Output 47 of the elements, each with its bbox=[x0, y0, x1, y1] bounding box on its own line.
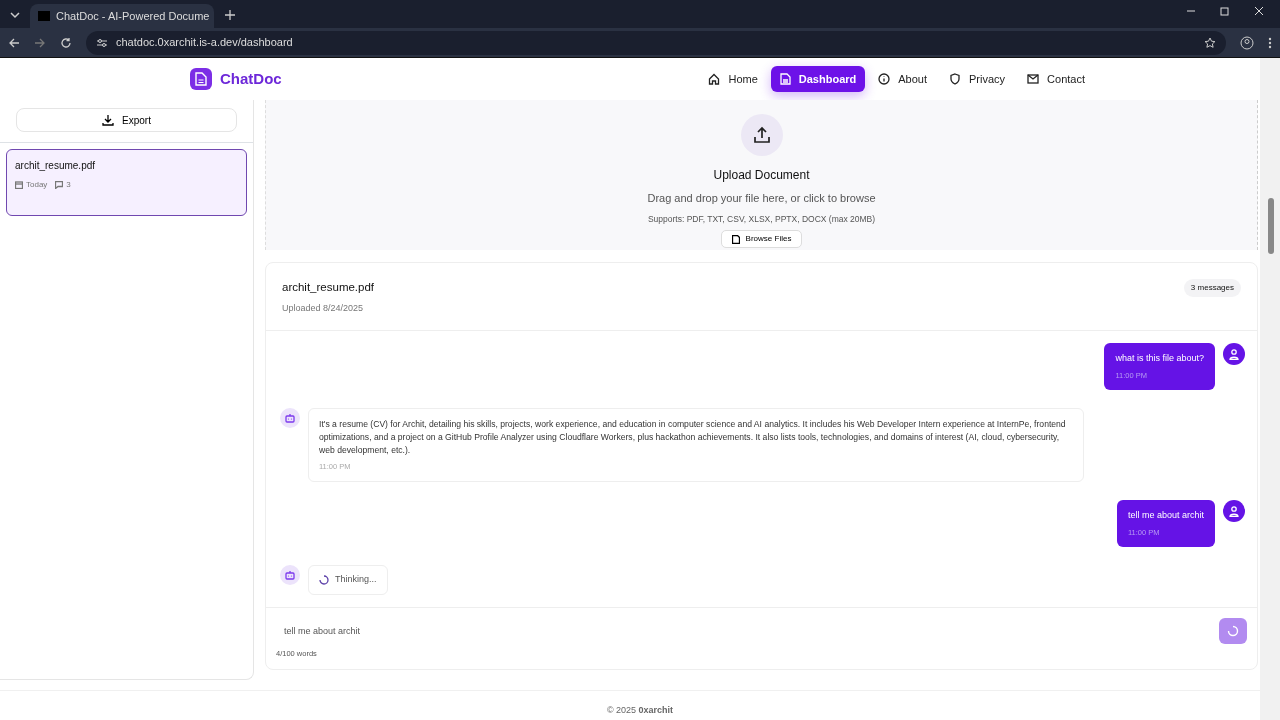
scrollbar[interactable] bbox=[1260, 58, 1280, 720]
nav-link[interactable]: Contact bbox=[1018, 65, 1094, 93]
document-name: archit_resume.pdf bbox=[15, 159, 97, 173]
document-icon bbox=[779, 73, 791, 85]
supported-formats: Supports: PDF, TXT, CSV, XLSX, PPTX, DOCX (max 20MB) bbox=[647, 212, 876, 226]
user-avatar bbox=[1223, 343, 1245, 365]
document-item[interactable]: archit_resume.pdf Today 3 bbox=[6, 149, 247, 216]
user-avatar bbox=[1223, 500, 1245, 523]
spinner-icon bbox=[1227, 625, 1239, 637]
upload-date: Uploaded 8/24/2025 bbox=[282, 302, 365, 316]
home-icon bbox=[708, 73, 721, 85]
upload-hint: Drag and drop your file here, or click to browse bbox=[647, 191, 876, 206]
shield-icon bbox=[949, 73, 961, 85]
export-button[interactable]: Export bbox=[16, 108, 237, 132]
browser-tab[interactable]: ChatDoc - AI-Powered Docume bbox=[30, 4, 214, 28]
browse-files-button[interactable]: Browse Files bbox=[720, 230, 803, 249]
info-icon bbox=[878, 73, 891, 85]
calendar-icon bbox=[15, 179, 23, 191]
download-icon bbox=[102, 114, 115, 126]
copyright-text: © 2025 0xarchit bbox=[606, 703, 674, 717]
document-title: archit_resume.pdf bbox=[282, 280, 375, 295]
message-count: 3 messages bbox=[1183, 279, 1241, 297]
nav-link[interactable]: Home bbox=[699, 65, 767, 93]
bot-avatar bbox=[280, 565, 300, 586]
send-button[interactable] bbox=[1219, 618, 1247, 644]
message-text: what is this file about? bbox=[1115, 352, 1204, 365]
comment-icon bbox=[55, 179, 64, 191]
nav-link[interactable]: About bbox=[869, 65, 936, 93]
favicon-icon bbox=[38, 11, 50, 21]
address-bar[interactable]: chatdoc.0xarchit.is-a.dev/dashboard bbox=[86, 30, 1226, 55]
thinking-text: Thinking... bbox=[335, 573, 377, 587]
upload-icon bbox=[740, 114, 783, 156]
site-settings-icon[interactable] bbox=[96, 37, 108, 48]
message-text: tell me about archit bbox=[1127, 509, 1204, 523]
mail-icon bbox=[1027, 74, 1040, 84]
upload-dropzone[interactable]: Upload Document Drag and drop your file here, or click to browse Supports: PDF, TXT, CSV, XLSX, PPTX, DOCX (max 20MB) Browse Files bbox=[265, 100, 1258, 250]
nav-link[interactable]: Dashboard bbox=[770, 65, 866, 93]
upload-title: Upload Document bbox=[713, 167, 810, 184]
comment-count: 3 bbox=[66, 179, 71, 191]
file-icon bbox=[731, 234, 740, 244]
bot-avatar bbox=[280, 407, 300, 428]
brand-name[interactable]: ChatDoc bbox=[220, 67, 282, 91]
message-text: It's a resume (CV) for Archit, detailing his skills, projects, work experience, and education in computer science and AI analytics. It includes his Web Developer Intern experience at InternPe, frontend optimizations, and a project on a GitHub Profile Analyzer using Cloudflare Workers, plus hackathon achievements. It also lists tools, technologies, and domains of interest (AI, cloud, cybersecurity, web development, etc.). bbox=[319, 417, 1067, 458]
document-date: Today bbox=[26, 179, 48, 191]
spinner-icon bbox=[319, 573, 329, 587]
nav-link[interactable]: Privacy bbox=[940, 65, 1015, 93]
logo-icon bbox=[190, 68, 212, 90]
